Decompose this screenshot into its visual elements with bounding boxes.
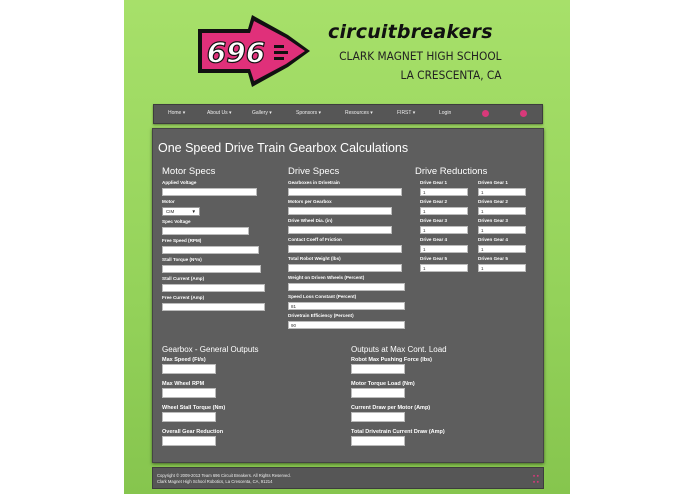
drive-specs-heading: Drive Specs: [288, 166, 340, 177]
motor-torque-label: Motor Torque Load (Nm): [351, 381, 415, 387]
driven-gear-3-label: Driven Gear 3: [478, 218, 508, 223]
gearboxes-label: Gearboxes in Drivetrain: [288, 180, 340, 185]
wheel-stall-torque-label: Wheel Stall Torque (Nm): [162, 405, 226, 411]
school-name: CLARK MAGNET HIGH SCHOOL: [339, 49, 502, 63]
max-speed-output: [162, 364, 216, 374]
wheel-dia-input[interactable]: [288, 226, 392, 234]
driven-gear-4-input[interactable]: 1: [478, 245, 526, 253]
social-icon-1[interactable]: [482, 110, 489, 117]
nav-login[interactable]: Login: [439, 110, 451, 116]
team-logo: 696: [198, 15, 310, 87]
address-text: Clark Magnet High School Robotics, La Cr…: [157, 479, 273, 484]
drive-gear-2-input[interactable]: 1: [420, 207, 468, 215]
driven-gear-4-label: Driven Gear 4: [478, 237, 508, 242]
driven-gear-5-input[interactable]: 1: [478, 264, 526, 272]
drive-gear-2-label: Drive Gear 2: [420, 199, 448, 204]
drive-gear-5-input[interactable]: 1: [420, 264, 468, 272]
page: 696 circuitbreakers CLARK MAGNET HIGH SC…: [124, 0, 570, 494]
motor-torque-output: [351, 388, 405, 398]
gearboxes-input[interactable]: [288, 188, 402, 196]
current-per-motor-label: Current Draw per Motor (Amp): [351, 405, 431, 411]
drive-gear-5-label: Drive Gear 5: [420, 256, 448, 261]
calculator-panel: One Speed Drive Train Gearbox Calculatio…: [152, 128, 544, 463]
max-speed-label: Max Speed (Ft/s): [162, 357, 206, 363]
driven-gear-2-label: Driven Gear 2: [478, 199, 508, 204]
drive-gear-4-label: Drive Gear 4: [420, 237, 448, 242]
nav-first[interactable]: FIRST ▾: [397, 110, 415, 116]
motor-label: Motor: [162, 199, 175, 204]
motors-per-gearbox-label: Motors per Gearbox: [288, 199, 332, 204]
drive-gear-3-label: Drive Gear 3: [420, 218, 448, 223]
drive-gear-1-input[interactable]: 1: [420, 188, 468, 196]
weight-on-wheels-label: Weight on Driven Wheels (Percent): [288, 275, 365, 280]
nav-gallery[interactable]: Gallery ▾: [252, 110, 272, 116]
wheel-dia-label: Drive Wheel Dia. (in): [288, 218, 333, 223]
logo-number: 696: [207, 36, 265, 69]
nav-sponsors[interactable]: Sponsors ▾: [296, 110, 321, 116]
efficiency-input[interactable]: 90: [288, 321, 405, 329]
motor-specs-heading: Motor Specs: [162, 166, 216, 177]
nav-home[interactable]: Home ▾: [168, 110, 185, 116]
footer-link-1[interactable]: ● ●: [533, 473, 539, 478]
overall-reduction-label: Overall Gear Reduction: [162, 429, 224, 435]
driven-gear-1-input[interactable]: 1: [478, 188, 526, 196]
footer-link-2[interactable]: ● ●: [533, 479, 539, 484]
chevron-down-icon: ▼: [191, 209, 196, 214]
driven-gear-5-label: Driven Gear 5: [478, 256, 508, 261]
drive-reductions-heading: Drive Reductions: [415, 166, 488, 177]
main-nav: Home ▾ About Us ▾ Gallery ▾ Sponsors ▾ R…: [153, 104, 543, 124]
stall-torque-input[interactable]: [162, 265, 261, 273]
school-info: CLARK MAGNET HIGH SCHOOL LA CRESCENTA, C…: [340, 47, 502, 85]
overall-reduction-output: [162, 436, 216, 446]
applied-voltage-input[interactable]: [162, 188, 257, 196]
footer: Copyright © 2009-2013 Team 696 Circuit B…: [152, 467, 544, 489]
stall-current-input[interactable]: [162, 284, 265, 292]
drive-gear-1-label: Drive Gear 1: [420, 180, 448, 185]
brand-name: circuitbreakers: [328, 21, 493, 43]
pushing-force-label: Robot Max Pushing Force (lbs): [351, 357, 432, 363]
motors-per-gearbox-input[interactable]: [288, 207, 392, 215]
free-current-input[interactable]: [162, 303, 265, 311]
efficiency-label: Drivetrain Efficiency (Percent): [288, 313, 354, 318]
speed-loss-label: Speed Loss Constant (Percent): [288, 294, 357, 299]
max-load-heading: Outputs at Max Cont. Load: [351, 345, 447, 354]
weight-on-wheels-input[interactable]: [288, 283, 405, 291]
driven-gear-1-label: Driven Gear 1: [478, 180, 508, 185]
stall-torque-label: Stall Torque (N*m): [162, 257, 202, 262]
copyright-text: Copyright © 2009-2013 Team 696 Circuit B…: [157, 473, 291, 478]
max-wheel-rpm-output: [162, 388, 216, 398]
nav-about-us[interactable]: About Us ▾: [207, 110, 231, 116]
general-outputs-heading: Gearbox - General Outputs: [162, 345, 259, 354]
free-speed-label: Free Speed (RPM): [162, 238, 202, 243]
drive-gear-3-input[interactable]: 1: [420, 226, 468, 234]
applied-voltage-label: Applied Voltage: [162, 180, 197, 185]
spec-voltage-input[interactable]: [162, 227, 249, 235]
page-title: One Speed Drive Train Gearbox Calculatio…: [158, 141, 409, 155]
friction-input[interactable]: [288, 245, 402, 253]
current-per-motor-output: [351, 412, 405, 422]
max-wheel-rpm-label: Max Wheel RPM: [162, 381, 205, 387]
total-current-output: [351, 436, 405, 446]
drive-gear-4-input[interactable]: 1: [420, 245, 468, 253]
social-icon-2[interactable]: [520, 110, 527, 117]
pushing-force-output: [351, 364, 405, 374]
free-current-label: Free Current (Amp): [162, 295, 205, 300]
stall-current-label: Stall Current (Amp): [162, 276, 205, 281]
motor-select[interactable]: CIM ▼: [162, 207, 200, 216]
total-current-label: Total Drivetrain Current Draw (Amp): [351, 429, 445, 435]
driven-gear-2-input[interactable]: 1: [478, 207, 526, 215]
driven-gear-3-input[interactable]: 1: [478, 226, 526, 234]
speed-loss-input[interactable]: 81: [288, 302, 405, 310]
friction-label: Contact Coeff of Friction: [288, 237, 342, 242]
school-location: LA CRESCENTA, CA: [400, 68, 502, 82]
wheel-stall-torque-output: [162, 412, 216, 422]
free-speed-input[interactable]: [162, 246, 259, 254]
spec-voltage-label: Spec Voltage: [162, 219, 191, 224]
nav-resources[interactable]: Resources ▾: [345, 110, 373, 116]
robot-weight-label: Total Robot Weight (lbs): [288, 256, 341, 261]
robot-weight-input[interactable]: [288, 264, 402, 272]
